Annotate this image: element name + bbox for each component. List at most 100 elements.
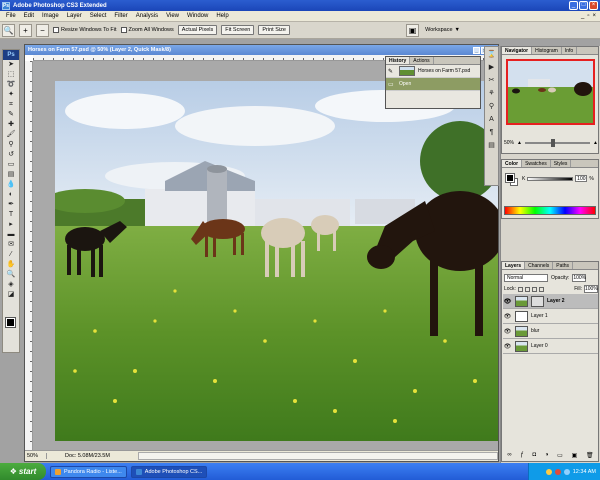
history-brush-icon[interactable]: ✎ xyxy=(388,68,396,75)
history-panel-icon[interactable]: ⌛ xyxy=(485,49,498,60)
workspace-menu[interactable]: Workspace ▼ xyxy=(425,27,460,33)
tab-color[interactable]: Color xyxy=(502,160,523,167)
new-group-icon[interactable]: ▭ xyxy=(557,452,563,459)
menu-image[interactable]: Image xyxy=(38,13,63,19)
move-tool-icon[interactable]: ➤ xyxy=(3,60,19,70)
tray-icon[interactable] xyxy=(554,468,561,475)
blend-mode-select[interactable]: Normal xyxy=(504,274,548,282)
taskbar-item-photoshop[interactable]: Adobe Photoshop CS... xyxy=(130,465,208,478)
bridge-icon[interactable]: ▣ xyxy=(406,23,420,37)
resize-windows-checkbox[interactable]: Resize Windows To Fit xyxy=(53,27,117,33)
k-channel-value[interactable]: 100 xyxy=(575,175,588,182)
fit-screen-button[interactable]: Fit Screen xyxy=(221,25,255,35)
clone-stamp-icon[interactable]: ⚲ xyxy=(3,140,19,150)
zoom-level[interactable]: 50% xyxy=(25,453,47,459)
3d-tool-icon[interactable]: ◈ xyxy=(3,280,19,290)
zoom-tool-icon[interactable]: 🔍 xyxy=(2,23,15,37)
dodge-tool-icon[interactable]: ◐ xyxy=(3,190,19,200)
notes-tool-icon[interactable]: ✉ xyxy=(3,240,19,250)
gradient-tool-icon[interactable]: ▤ xyxy=(3,170,19,180)
layer-comps-icon[interactable]: ▤ xyxy=(485,140,498,151)
clone-source-icon[interactable]: ⚲ xyxy=(485,101,498,112)
actions-panel-icon[interactable]: ▶ xyxy=(485,62,498,73)
history-item-snapshot[interactable]: ✎ Horses on Farm 57.psd xyxy=(386,65,480,78)
healing-brush-icon[interactable]: ✚ xyxy=(3,120,19,130)
taskbar-item-pandora[interactable]: Pandora Radio - Liste... xyxy=(50,465,127,478)
foreground-color-swatch[interactable] xyxy=(505,173,515,183)
menu-edit[interactable]: Edit xyxy=(20,13,38,19)
link-layers-icon[interactable]: ∞ xyxy=(507,452,511,459)
eyedropper-tool-icon[interactable]: ⁄ xyxy=(3,250,19,260)
clock[interactable]: 12:34 AM xyxy=(573,469,596,475)
lock-position-icon[interactable] xyxy=(531,286,537,292)
zoom-out-icon[interactable]: − xyxy=(36,23,49,37)
blur-tool-icon[interactable]: 💧 xyxy=(3,180,19,190)
new-layer-icon[interactable]: ▣ xyxy=(572,452,578,459)
eye-icon[interactable]: 👁 xyxy=(503,298,512,305)
slider-knob[interactable] xyxy=(551,139,555,147)
tab-layers[interactable]: Layers xyxy=(502,262,526,269)
maximize-button[interactable]: □ xyxy=(579,1,588,10)
canvas-area[interactable] xyxy=(33,61,498,451)
k-channel-slider[interactable] xyxy=(527,176,574,181)
tab-info[interactable]: Info xyxy=(562,47,578,54)
close-button[interactable]: × xyxy=(589,1,598,10)
history-item-open[interactable]: ▭ Open xyxy=(386,78,480,91)
eye-icon[interactable]: 👁 xyxy=(503,313,512,320)
volume-icon[interactable] xyxy=(563,468,570,475)
history-brush-icon[interactable]: ↺ xyxy=(3,150,19,160)
checkbox-box[interactable] xyxy=(53,27,59,33)
lock-all-icon[interactable] xyxy=(538,286,544,292)
doc-minimize-icon[interactable]: _ xyxy=(473,46,480,54)
tab-paths[interactable]: Paths xyxy=(553,262,574,269)
navigator-zoom-value[interactable]: 50% xyxy=(504,140,514,146)
default-colors-icon[interactable]: ◪ xyxy=(3,290,19,300)
tab-navigator[interactable]: Navigator xyxy=(502,47,533,54)
layer-row-blur[interactable]: 👁 blur xyxy=(503,324,598,339)
menu-view[interactable]: View xyxy=(162,13,183,19)
doc-close-icon[interactable]: × xyxy=(592,13,596,19)
foreground-color-swatch[interactable] xyxy=(5,317,16,328)
tab-styles[interactable]: Styles xyxy=(551,160,572,167)
start-button[interactable]: ❖ start xyxy=(0,463,46,480)
magic-wand-tool-icon[interactable]: ✦ xyxy=(3,90,19,100)
layer-row-layer-2[interactable]: 👁 Layer 2 xyxy=(503,294,598,309)
menu-layer[interactable]: Layer xyxy=(63,13,86,19)
tray-icon[interactable] xyxy=(545,468,552,475)
lasso-tool-icon[interactable]: ➰ xyxy=(3,80,19,90)
tab-actions[interactable]: Actions xyxy=(410,57,434,64)
lock-image-icon[interactable] xyxy=(524,286,530,292)
eraser-tool-icon[interactable]: ▭ xyxy=(3,160,19,170)
layer-mask-thumbnail[interactable] xyxy=(531,295,544,307)
tool-presets-icon[interactable]: ✂ xyxy=(485,75,498,86)
menu-help[interactable]: Help xyxy=(212,13,232,19)
layer-style-icon[interactable]: ƒ xyxy=(520,452,523,459)
brush-tool-icon[interactable]: 🖌 xyxy=(3,130,19,140)
eye-icon[interactable]: 👁 xyxy=(503,343,512,350)
zoom-in-icon[interactable]: + xyxy=(19,23,32,37)
vertical-ruler[interactable] xyxy=(25,61,33,451)
eye-icon[interactable]: 👁 xyxy=(503,328,512,335)
zoom-tool-icon[interactable]: 🔍 xyxy=(3,270,19,280)
menu-select[interactable]: Select xyxy=(86,13,111,19)
fill-input[interactable]: 100% xyxy=(584,285,598,293)
menu-window[interactable]: Window xyxy=(183,13,212,19)
marquee-tool-icon[interactable]: ⬚ xyxy=(3,70,19,80)
navigator-zoom-slider[interactable] xyxy=(524,139,591,147)
tab-channels[interactable]: Channels xyxy=(525,262,554,269)
zoom-out-icon[interactable]: ▲ xyxy=(517,140,522,146)
tab-swatches[interactable]: Swatches xyxy=(522,160,551,167)
delete-layer-icon[interactable]: 🗑 xyxy=(586,452,594,459)
doc-restore-icon[interactable]: ▫ xyxy=(587,13,589,19)
layer-row-layer-0[interactable]: 👁 Layer 0 xyxy=(503,339,598,354)
color-spectrum-bar[interactable] xyxy=(504,206,596,215)
zoom-all-windows-checkbox[interactable]: Zoom All Windows xyxy=(120,27,174,33)
lock-transparent-icon[interactable] xyxy=(517,286,523,292)
menu-file[interactable]: File xyxy=(2,13,20,19)
doc-size[interactable]: Doc: 5.08M/23.5M xyxy=(47,453,110,459)
add-mask-icon[interactable]: ◘ xyxy=(532,452,536,459)
crop-tool-icon[interactable]: ⌗ xyxy=(3,100,19,110)
pen-tool-icon[interactable]: ✒ xyxy=(3,200,19,210)
menu-analysis[interactable]: Analysis xyxy=(132,13,162,19)
navigator-preview[interactable] xyxy=(506,59,595,125)
